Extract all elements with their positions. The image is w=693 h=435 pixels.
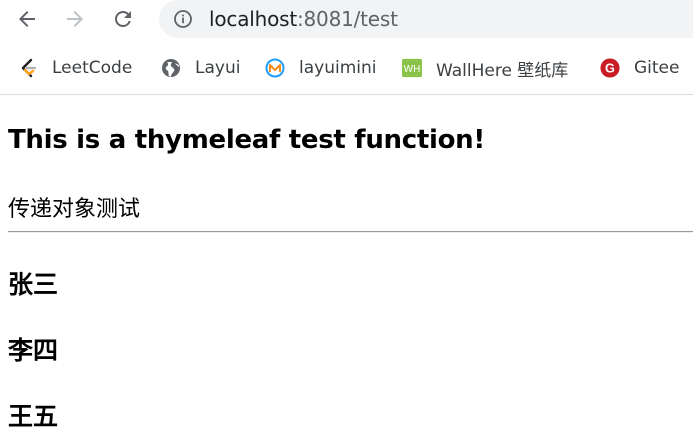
forward-button[interactable] [61,5,89,33]
bookmark-label: Layui [195,58,241,78]
section-subtitle: 传递对象测试 [8,197,141,222]
wallhere-icon-text: WH [404,64,421,75]
bookmark-layuimini[interactable]: layuimini [265,56,376,80]
person-name: 张三 [8,270,59,299]
gitee-icon-text: G [605,61,615,76]
bookmark-label: LeetCode [52,58,133,78]
url-text[interactable]: localhost:8081/test [209,8,398,30]
gitee-icon: G [600,58,620,78]
divider [8,231,693,233]
url-host: localhost [209,7,297,31]
bookmark-label: WallHere 壁纸库 [436,60,569,81]
wallhere-icon: WH [402,58,422,78]
browser-toolbar: localhost:8081/test [0,0,693,38]
info-icon[interactable] [173,9,193,29]
bookmark-gitee[interactable]: G Gitee [600,56,679,80]
leetcode-icon [18,58,38,78]
page-heading: This is a thymeleaf test function! [8,125,485,155]
url-path: :8081/test [296,7,398,31]
globe-icon [161,58,181,78]
back-arrow-icon [19,11,35,27]
bookmark-label: layuimini [299,58,377,78]
bookmarks-bar: LeetCode Layui layuimini WH WallHere 壁纸库… [0,48,693,88]
reload-button[interactable] [109,5,137,33]
bookmark-layui[interactable]: Layui [161,56,240,80]
layuimini-icon [265,58,285,78]
page-content: This is a thymeleaf test function! 传递对象测… [0,95,693,435]
back-button[interactable] [13,5,41,33]
bookmark-wallhere[interactable]: WH WallHere 壁纸库 [402,56,569,81]
bookmark-leetcode[interactable]: LeetCode [18,56,132,80]
browser-chrome: localhost:8081/test LeetCode Layui layui… [0,0,693,95]
address-bar[interactable]: localhost:8081/test [159,0,693,38]
person-name: 李四 [8,336,59,365]
person-name: 王五 [8,402,59,431]
bookmark-label: Gitee [634,58,680,78]
forward-arrow-icon [67,11,83,27]
reload-icon [115,10,131,27]
